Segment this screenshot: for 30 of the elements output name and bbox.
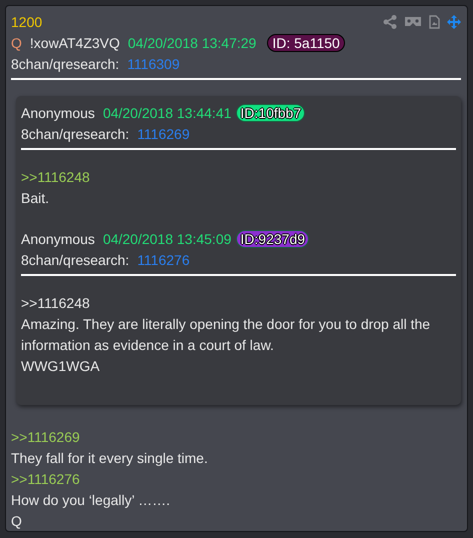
post-text: Q [11, 512, 23, 531]
timestamp: 04/20/2018 13:44:41 [102, 104, 232, 120]
id-badge: ID: 5a1150 [267, 34, 345, 52]
tripcode: !xowAT4Z3VQ [30, 34, 120, 50]
post-number: 1200 [11, 14, 42, 30]
reply-link[interactable]: >>1116276 [11, 469, 461, 490]
post-text: Bait. [21, 189, 50, 208]
post-link[interactable]: 1116269 [137, 126, 190, 142]
board-name: 8chan/qresearch: [21, 126, 130, 142]
id-badge: ID:10fbb7 [236, 104, 306, 122]
board-name: 8chan/qresearch: [11, 56, 120, 72]
author-name: Q [11, 34, 22, 50]
id-badge: ID:9237d9 [236, 230, 310, 248]
post-text: How do you ‘legally’ ……. [11, 491, 171, 510]
reply-link[interactable]: >>1116269 [11, 427, 461, 448]
post-text: Amazing. They are literally opening the door for you to drop all the information as evidence in a court of law. [21, 315, 432, 355]
post-link[interactable]: 1116276 [137, 252, 190, 268]
share-icon[interactable] [383, 14, 397, 28]
author-name: Anonymous [21, 230, 95, 246]
timestamp: 04/20/2018 13:47:29 [128, 34, 256, 50]
post-text: >>1116248 [21, 294, 91, 313]
move-icon[interactable] [447, 14, 461, 28]
author-name: Anonymous [21, 104, 95, 120]
board-name: 8chan/qresearch: [21, 252, 130, 268]
timestamp: 04/20/2018 13:45:09 [102, 230, 232, 246]
document-icon[interactable] [429, 14, 440, 28]
goggles-icon[interactable] [404, 16, 422, 27]
post-text: They fall for it every single time. [11, 449, 209, 468]
post-text: WWG1WGA [21, 357, 101, 376]
reply-link[interactable]: >>1116248 [21, 167, 456, 188]
